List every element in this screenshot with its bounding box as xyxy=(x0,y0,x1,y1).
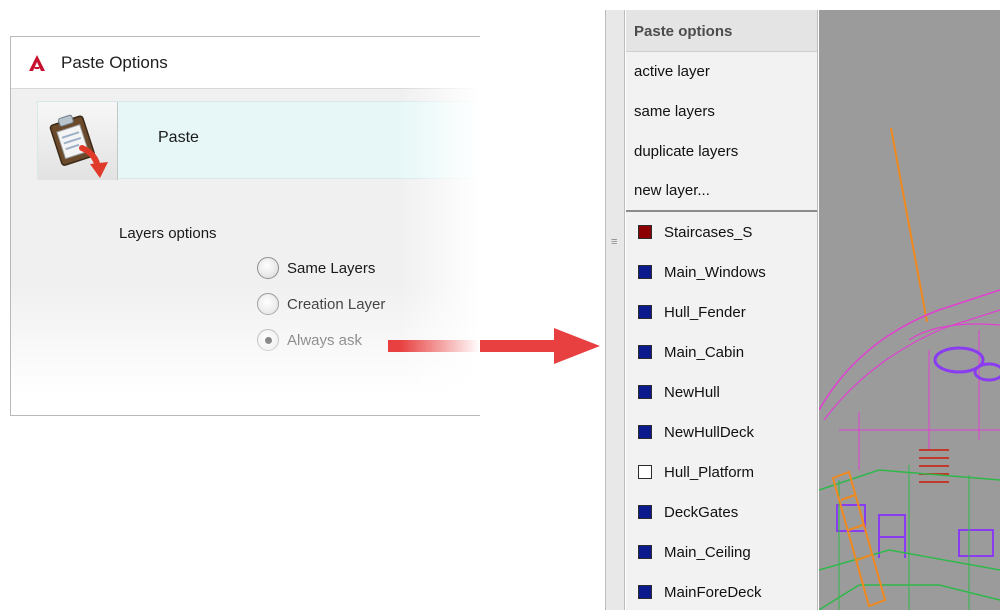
layer-color-swatch xyxy=(638,545,652,559)
radio-label: Creation Layer xyxy=(287,295,386,313)
layer-item[interactable]: MainForeDeck xyxy=(626,572,817,610)
option-active-layer[interactable]: active layer xyxy=(626,52,817,92)
radio-creation-layer[interactable]: Creation Layer xyxy=(257,293,385,315)
grip-handle-icon[interactable]: ≡ xyxy=(611,236,617,248)
option-same-layers[interactable]: same layers xyxy=(626,92,817,132)
clipboard-paste-icon xyxy=(49,114,108,178)
paste-button[interactable] xyxy=(38,102,118,180)
dialog-title: Paste Options xyxy=(61,52,168,72)
layer-name: Staircases_S xyxy=(664,223,753,241)
layer-name: MainForeDeck xyxy=(664,583,762,601)
layer-color-swatch xyxy=(638,425,652,439)
dialog-titlebar: Paste Options xyxy=(11,37,480,89)
layer-item[interactable]: Hull_Platform xyxy=(626,452,817,492)
layer-name: Main_Cabin xyxy=(664,343,745,361)
radio-button[interactable] xyxy=(257,293,279,315)
layer-name: NewHullDeck xyxy=(664,423,755,441)
autocad-logo-icon xyxy=(29,54,45,71)
paste-options-panel: Paste options active layer same layers d… xyxy=(626,10,818,610)
layer-name: Main_Windows xyxy=(664,263,766,281)
paste-command-row[interactable]: Paste xyxy=(37,101,480,180)
radio-label: Always ask xyxy=(287,331,363,349)
layer-color-swatch xyxy=(638,345,652,359)
red-arrow-icon xyxy=(388,328,600,364)
layer-color-swatch xyxy=(638,385,652,399)
layer-name: Main_Ceiling xyxy=(664,543,751,561)
layer-item[interactable]: Main_Windows xyxy=(626,252,817,292)
layer-color-swatch xyxy=(638,225,652,239)
layers-options-label: Layers options xyxy=(119,225,217,242)
layer-item[interactable]: NewHull xyxy=(626,372,817,412)
layer-color-swatch xyxy=(638,465,652,479)
layer-item[interactable]: Main_Ceiling xyxy=(626,532,817,572)
layer-color-swatch xyxy=(638,265,652,279)
radio-button[interactable] xyxy=(257,257,279,279)
layer-item[interactable]: Staircases_S xyxy=(626,212,817,252)
layer-name: NewHull xyxy=(664,383,720,401)
option-duplicate-layers[interactable]: duplicate layers xyxy=(626,132,817,172)
cad-3d-viewport[interactable] xyxy=(819,10,1000,610)
radio-same-layers[interactable]: Same Layers xyxy=(257,257,375,279)
wireframe-model xyxy=(819,127,1000,610)
layer-name: Hull_Fender xyxy=(664,303,746,321)
option-new-layer[interactable]: new layer... xyxy=(626,172,817,210)
layer-item[interactable]: Hull_Fender xyxy=(626,292,817,332)
panel-header: Paste options xyxy=(626,10,817,52)
layer-color-swatch xyxy=(638,305,652,319)
radio-button-selected[interactable] xyxy=(257,329,279,351)
layer-item[interactable]: NewHullDeck xyxy=(626,412,817,452)
layer-name: Hull_Platform xyxy=(664,463,755,481)
radio-label: Same Layers xyxy=(287,259,376,277)
layer-color-swatch xyxy=(638,505,652,519)
layer-item[interactable]: Main_Cabin xyxy=(626,332,817,372)
layer-item[interactable]: DeckGates xyxy=(626,492,817,532)
layer-list: Staircases_S Main_Windows Hull_Fender Main_… xyxy=(626,212,817,610)
layer-name: DeckGates xyxy=(664,503,739,521)
paste-label: Paste xyxy=(158,129,199,146)
layer-color-swatch xyxy=(638,585,652,599)
radio-always-ask[interactable]: Always ask xyxy=(257,329,362,351)
radio-selected-dot xyxy=(264,336,272,344)
panel-grip-bar[interactable]: ≡ xyxy=(605,10,625,610)
